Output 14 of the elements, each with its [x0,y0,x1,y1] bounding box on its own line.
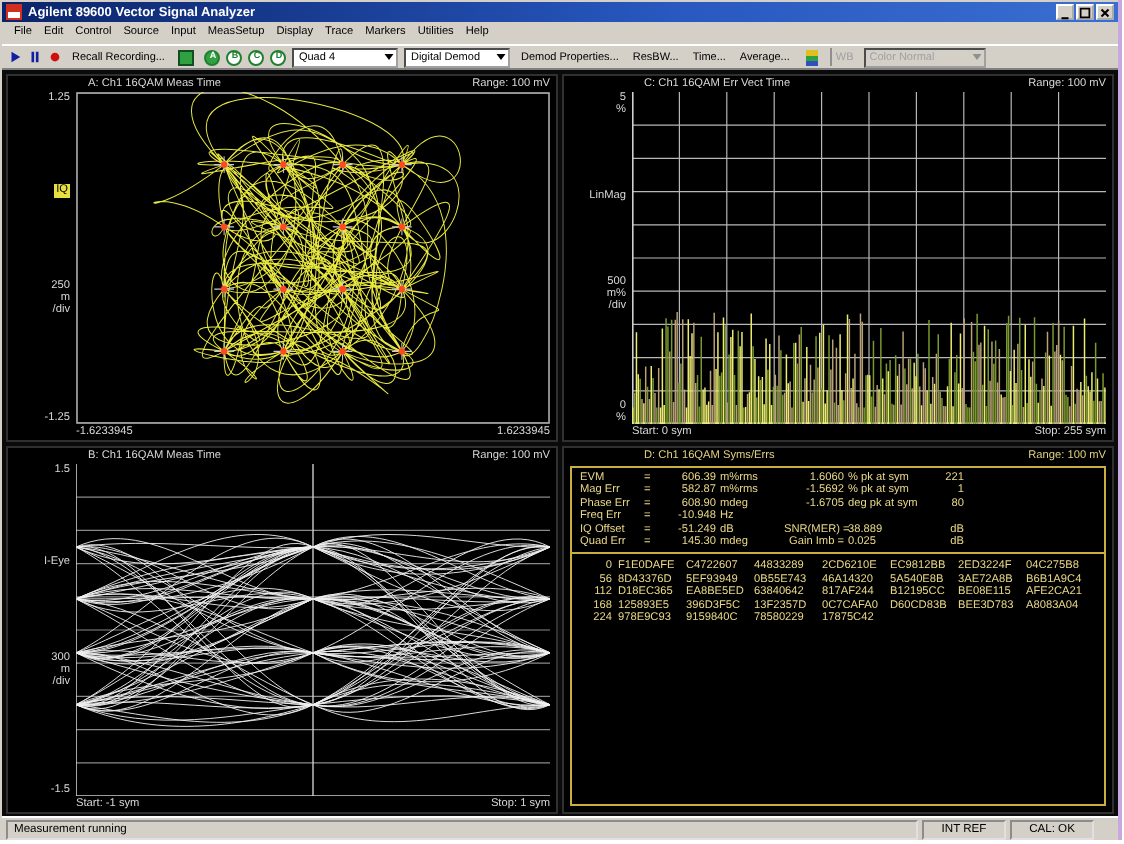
square-button[interactable] [178,49,195,65]
close-button[interactable] [1096,4,1114,20]
close-icon [1098,5,1112,19]
pause-button[interactable] [28,50,42,64]
minimize-button[interactable] [1056,4,1074,20]
maximize-icon [1078,5,1092,19]
caret-icon [971,54,982,60]
caret-icon [384,54,395,60]
palette-button[interactable] [803,49,820,65]
play-button[interactable] [8,50,22,64]
maximize-button[interactable] [1076,4,1094,20]
record-button[interactable] [48,50,62,64]
caret-icon [496,54,507,60]
app-icon [6,4,22,20]
